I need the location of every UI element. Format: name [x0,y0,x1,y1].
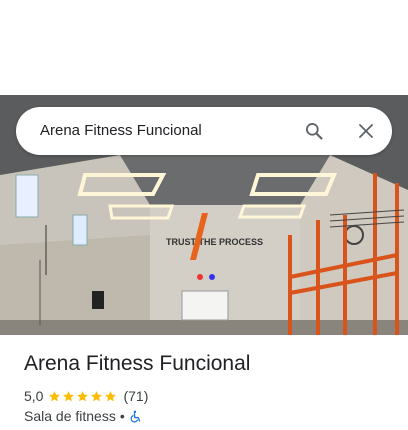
rating-row[interactable]: 5,0 (71) [24,388,148,404]
star-icon [49,390,61,401]
separator: • [119,408,125,424]
search-button[interactable] [298,115,330,147]
review-count[interactable]: (71) [123,388,148,404]
close-icon [359,124,373,138]
place-title: Arena Fitness Funcional [24,352,251,375]
search-input[interactable]: Arena Fitness Funcional [40,107,202,155]
rating-stars [48,390,118,403]
category-row: Sala de fitness • [24,408,142,424]
close-button[interactable] [350,115,382,147]
search-bar[interactable]: Arena Fitness Funcional [16,107,392,155]
star-icon [77,390,89,401]
star-icon [91,390,103,401]
search-icon [306,123,323,140]
star-icon [105,390,117,401]
wheelchair-icon [130,410,140,422]
place-category: Sala de fitness [24,408,116,424]
rating-value: 5,0 [24,388,44,404]
star-icon [63,390,75,401]
wall-sign-text: TRUST THE PROCESS [166,237,263,247]
